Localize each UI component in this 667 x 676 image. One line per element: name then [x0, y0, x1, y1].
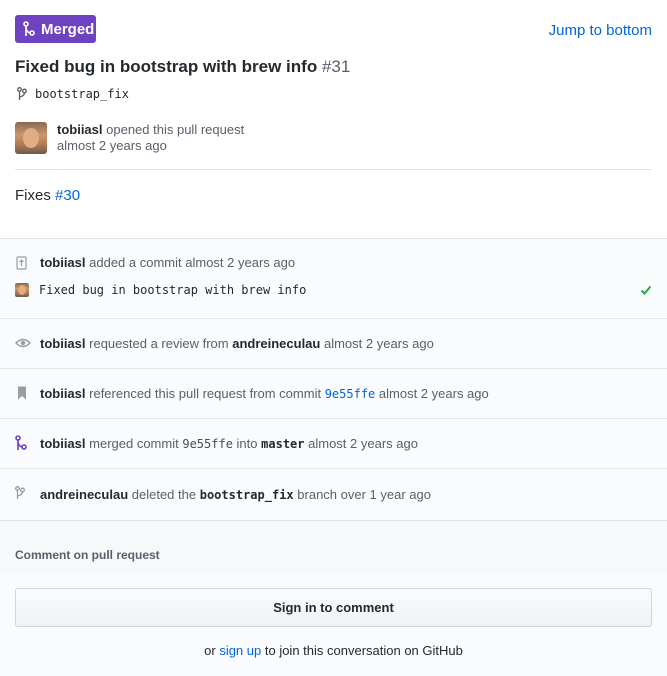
- issue-reference-link[interactable]: #30: [55, 187, 80, 204]
- pr-title: Fixed bug in bootstrap with brew info #3…: [15, 57, 350, 77]
- commit-icon: [16, 256, 27, 270]
- timeline-commit-event: tobiiasl added a commit almost 2 years a…: [0, 239, 667, 319]
- timeline-review-event: tobiiasl requested a review from andrein…: [0, 319, 667, 369]
- commit-event-text: tobiiasl added a commit almost 2 years a…: [40, 255, 295, 270]
- pr-header: Merged Jump to bottom Fixed bug in boots…: [0, 0, 667, 239]
- actor-link[interactable]: tobiiasl: [40, 255, 86, 270]
- actor-link[interactable]: tobiiasl: [40, 436, 86, 451]
- merge-icon: [15, 435, 27, 450]
- state-label: Merged: [41, 20, 95, 38]
- merge-icon: [23, 21, 35, 36]
- actor-link[interactable]: tobiiasl: [40, 386, 86, 401]
- pr-body: Fixes #30: [15, 187, 80, 204]
- comment-section: Comment on pull request Sign in to comme…: [0, 521, 667, 676]
- pr-number: #31: [321, 57, 351, 76]
- timeline: tobiiasl added a commit almost 2 years a…: [0, 239, 667, 521]
- delete-event-time: branch over 1 year ago: [297, 487, 431, 502]
- jump-to-bottom-link[interactable]: Jump to bottom: [549, 22, 652, 39]
- body-prefix: Fixes: [15, 187, 51, 204]
- head-branch-name[interactable]: bootstrap_fix: [35, 87, 129, 101]
- commit-row: Fixed bug in bootstrap with brew info: [15, 283, 652, 297]
- actor-link[interactable]: andreineculau: [40, 487, 128, 502]
- opened-by: tobiiasl opened this pull request almost…: [57, 122, 244, 154]
- opened-text: opened this pull request: [106, 122, 245, 137]
- author-link[interactable]: tobiiasl: [57, 122, 103, 137]
- review-event-desc: requested a review from: [89, 336, 229, 351]
- head-branch: bootstrap_fix: [17, 87, 129, 101]
- review-event-time[interactable]: almost 2 years ago: [324, 336, 434, 351]
- check-icon[interactable]: [640, 284, 652, 296]
- bookmark-icon: [18, 386, 26, 400]
- avatar[interactable]: [15, 122, 47, 154]
- merge-event-text: tobiiasl merged commit 9e55ffe into mast…: [40, 436, 418, 451]
- merged-badge: Merged: [15, 15, 96, 43]
- commit-message-link[interactable]: Fixed bug in bootstrap with brew info: [39, 283, 640, 297]
- delete-event-text: andreineculau deleted the bootstrap_fix …: [40, 487, 431, 502]
- reference-event-time[interactable]: almost 2 years ago: [379, 386, 489, 401]
- merge-commit-sha[interactable]: 9e55ffe: [182, 437, 233, 451]
- review-event-text: tobiiasl requested a review from andrein…: [40, 336, 434, 351]
- signup-suffix: to join this conversation on GitHub: [264, 643, 463, 658]
- sign-up-link[interactable]: sign up: [219, 643, 261, 658]
- merge-event-desc: merged commit: [89, 436, 179, 451]
- delete-event-desc: deleted the: [131, 487, 197, 502]
- branch-icon: [15, 486, 25, 499]
- commit-sha-link[interactable]: 9e55ffe: [325, 387, 376, 401]
- divider: [15, 169, 652, 170]
- reference-event-text: tobiiasl referenced this pull request fr…: [40, 386, 489, 401]
- actor-link[interactable]: tobiiasl: [40, 336, 86, 351]
- reviewer-link[interactable]: andreineculau: [232, 336, 320, 351]
- signup-prefix: or: [204, 643, 216, 658]
- target-branch: master: [261, 437, 305, 451]
- eye-icon: [15, 338, 31, 348]
- pr-title-text: Fixed bug in bootstrap with brew info: [15, 57, 318, 76]
- deleted-branch-name: bootstrap_fix: [199, 488, 294, 502]
- timeline-reference-event: tobiiasl referenced this pull request fr…: [0, 369, 667, 419]
- opened-time[interactable]: almost 2 years ago: [57, 138, 167, 153]
- comment-header: Comment on pull request: [15, 548, 160, 562]
- merge-event-into: into: [236, 436, 258, 451]
- sign-in-to-comment-button[interactable]: Sign in to comment: [15, 588, 652, 627]
- merge-event-time[interactable]: almost 2 years ago: [308, 436, 418, 451]
- commit-event-desc: added a commit almost 2 years ago: [89, 255, 296, 270]
- signup-prompt: or sign up to join this conversation on …: [0, 643, 667, 658]
- branch-icon: [17, 87, 27, 100]
- timeline-merge-event: tobiiasl merged commit 9e55ffe into mast…: [0, 419, 667, 469]
- timeline-delete-branch-event: andreineculau deleted the bootstrap_fix …: [0, 469, 667, 521]
- reference-event-desc: referenced this pull request from commit: [89, 386, 322, 401]
- avatar[interactable]: [15, 283, 29, 297]
